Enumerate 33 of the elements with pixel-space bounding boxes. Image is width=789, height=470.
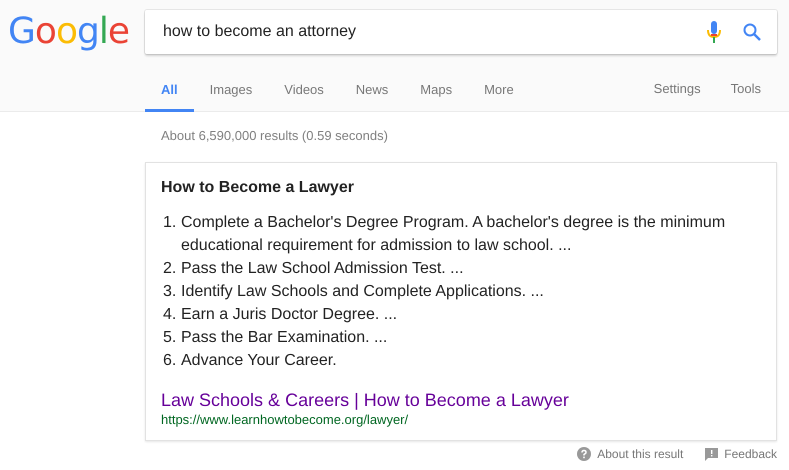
feedback-link[interactable]: Feedback — [724, 447, 777, 461]
microphone-icon[interactable] — [707, 21, 721, 43]
result-stats: About 6,590,000 results (0.59 seconds) — [161, 128, 388, 143]
step-number: 1. — [163, 213, 178, 233]
snippet-title: How to Become a Lawyer — [161, 179, 355, 197]
nav-tab[interactable]: Images — [194, 78, 268, 112]
result-link[interactable]: Law Schools & Careers | How to Become a Lawyer — [161, 390, 569, 411]
snippet-step: Identify Law Schools and Complete Applications. ... — [181, 280, 544, 303]
step-number: 4. — [163, 305, 178, 325]
search-input[interactable]: how to become an attorney — [161, 22, 695, 42]
nav-link[interactable]: Tools — [730, 78, 761, 112]
snippet-step: Earn a Juris Doctor Degree. ... — [181, 303, 398, 326]
nav-link[interactable]: Settings — [654, 78, 701, 112]
snippet-step: Pass the Bar Examination. ... — [181, 326, 388, 349]
search-icon[interactable] — [743, 23, 761, 41]
snippet-step: Pass the Law School Admission Test. ... — [181, 257, 464, 280]
result-url: https://www.learnhowtobecome.org/lawyer/ — [161, 412, 410, 427]
snippet-step: Advance Your Career. — [181, 349, 337, 372]
step-number: 2. — [163, 259, 178, 279]
nav-tab[interactable]: News — [340, 78, 404, 112]
feedback-icon — [705, 448, 718, 460]
nav-tab[interactable]: More — [468, 78, 530, 112]
nav-tab[interactable]: Videos — [268, 78, 340, 112]
about-result-link[interactable]: About this result — [597, 447, 684, 461]
nav-tab[interactable]: All — [145, 78, 194, 112]
step-number: 6. — [163, 351, 178, 371]
step-number: 5. — [163, 328, 178, 348]
snippet-step: Complete a Bachelor's Degree Program. A bachelor's degree is the minimum educational requirement for admission to law school. ... — [181, 211, 761, 257]
nav-tab[interactable]: Maps — [404, 78, 468, 112]
search-field[interactable]: how to become an attorney — [145, 10, 777, 54]
help-icon — [577, 447, 592, 461]
step-number: 3. — [163, 282, 178, 302]
google-logo[interactable]: Google — [8, 11, 129, 52]
